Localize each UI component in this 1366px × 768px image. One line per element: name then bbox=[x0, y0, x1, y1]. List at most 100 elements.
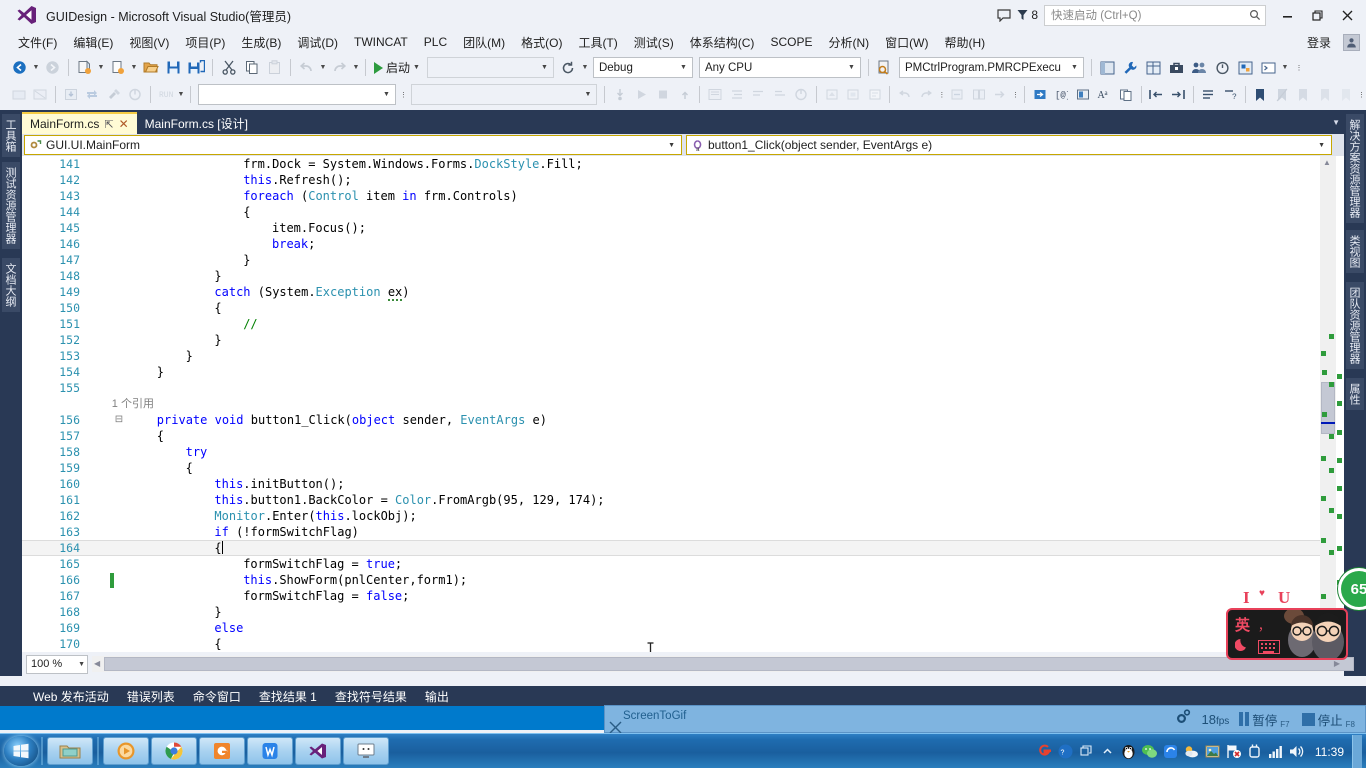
config-mode-icon[interactable]: RUN bbox=[156, 84, 176, 105]
extension-manager-icon[interactable] bbox=[1235, 57, 1256, 78]
find-references-icon[interactable]: [@] bbox=[1052, 84, 1072, 105]
quick-launch-input[interactable]: 快速启动 (Ctrl+Q) bbox=[1044, 4, 1266, 26]
menu-window[interactable]: 窗口(W) bbox=[877, 32, 936, 53]
bookmark-icon[interactable] bbox=[1250, 84, 1270, 105]
sync-views-icon[interactable] bbox=[947, 84, 967, 105]
download-plc-icon[interactable] bbox=[61, 84, 81, 105]
code-line[interactable]: 149 catch (System.Exception ex) bbox=[22, 284, 1344, 301]
bookmark-list-icon[interactable] bbox=[1073, 84, 1093, 105]
undo-nav-icon[interactable] bbox=[895, 84, 915, 105]
code-line[interactable]: 148} bbox=[22, 268, 1344, 284]
menu-architecture[interactable]: 体系结构(C) bbox=[682, 32, 763, 53]
redo-dropdown-icon[interactable]: ▼ bbox=[351, 57, 361, 78]
undo-icon[interactable] bbox=[296, 57, 317, 78]
type-dropdown[interactable]: GUI.UI.MainForm ▼ bbox=[24, 135, 682, 155]
save-icon[interactable] bbox=[163, 57, 184, 78]
volume-icon[interactable] bbox=[1286, 741, 1307, 762]
goto-line-icon[interactable] bbox=[990, 84, 1010, 105]
continue-icon[interactable] bbox=[632, 84, 652, 105]
symbol-search-options-icon[interactable]: ⋮ bbox=[399, 84, 408, 105]
find-in-files-icon[interactable] bbox=[874, 57, 895, 78]
code-line[interactable]: 155 bbox=[22, 380, 1344, 396]
code-line[interactable]: 143 foreach (Control item in frm.Controls… bbox=[22, 188, 1344, 204]
taskbar-word-icon[interactable] bbox=[247, 737, 293, 765]
comment-block-icon[interactable] bbox=[748, 84, 768, 105]
code-line[interactable]: 152} bbox=[22, 332, 1344, 348]
stop-button[interactable]: 停止 F8 bbox=[1296, 710, 1365, 729]
code-line[interactable]: 159 { bbox=[22, 460, 1344, 476]
minimize-button[interactable] bbox=[1272, 1, 1302, 29]
watch-combo[interactable]: ▼ bbox=[411, 84, 598, 105]
sidebar-item-toolbox[interactable]: 工具箱 bbox=[2, 114, 20, 157]
code-line[interactable]: 170 { bbox=[22, 636, 1344, 652]
gear-icon[interactable] bbox=[1168, 709, 1197, 729]
window-layout-icon[interactable] bbox=[1097, 57, 1118, 78]
qq-penguin-icon[interactable] bbox=[1118, 741, 1139, 762]
panel-tab-web-publish[interactable]: Web 发布活动 bbox=[24, 688, 118, 705]
taskbar-monitor-app-icon[interactable] bbox=[343, 737, 389, 765]
tab-overflow-button[interactable]: ▼ bbox=[1332, 112, 1340, 132]
panel-tab-find-symbol-results[interactable]: 查找符号结果 bbox=[326, 688, 416, 705]
code-line[interactable]: 166 this.ShowForm(pnlCenter,form1); bbox=[22, 572, 1344, 588]
new-project-icon[interactable] bbox=[74, 57, 95, 78]
show-desktop-button[interactable] bbox=[1352, 735, 1362, 768]
config-mode-dropdown-icon[interactable]: ▼ bbox=[176, 84, 185, 105]
network-error-icon[interactable] bbox=[1223, 741, 1244, 762]
fold-toggle-icon[interactable]: ⊟ bbox=[114, 412, 124, 428]
pause-button[interactable]: 暂停 F7 bbox=[1233, 710, 1295, 729]
code-line[interactable]: 163 if (!formSwitchFlag) bbox=[22, 524, 1344, 540]
menu-tools[interactable]: 工具(T) bbox=[570, 32, 625, 53]
menu-edit[interactable]: 编辑(E) bbox=[65, 32, 121, 53]
wechat-icon[interactable] bbox=[1139, 741, 1160, 762]
increase-indent-icon[interactable] bbox=[1168, 84, 1188, 105]
code-line[interactable]: 145 item.Focus(); bbox=[22, 220, 1344, 236]
comment-selection-icon[interactable] bbox=[1199, 84, 1219, 105]
copy-icon[interactable] bbox=[241, 57, 262, 78]
taskbar-explorer-icon[interactable] bbox=[47, 737, 93, 765]
sync-icon[interactable] bbox=[1212, 57, 1233, 78]
indent-guides-icon[interactable] bbox=[727, 84, 747, 105]
code-line[interactable]: 161 this.button1.BackColor = Color.FromAr… bbox=[22, 492, 1344, 508]
undo-dropdown-icon[interactable]: ▼ bbox=[318, 57, 328, 78]
menu-format[interactable]: 格式(O) bbox=[513, 32, 570, 53]
clipboard-ring-icon[interactable] bbox=[1116, 84, 1136, 105]
clear-bookmarks-icon[interactable] bbox=[1315, 84, 1335, 105]
feedback-icon[interactable] bbox=[991, 2, 1017, 28]
picture-app-icon[interactable] bbox=[1202, 741, 1223, 762]
terminal-icon[interactable] bbox=[1258, 57, 1279, 78]
ime-punctuation-label[interactable]: ， bbox=[1258, 617, 1270, 634]
code-line[interactable]: 167 formSwitchFlag = false; bbox=[22, 588, 1344, 604]
menu-help[interactable]: 帮助(H) bbox=[936, 32, 993, 53]
tab-mainform-cs[interactable]: MainForm.cs ⇱ ✕ bbox=[22, 112, 137, 134]
symbol-search-combo[interactable]: ▼ bbox=[197, 84, 396, 105]
code-line[interactable]: 157 { bbox=[22, 428, 1344, 444]
uncomment-selection-icon[interactable]: ? bbox=[1220, 84, 1240, 105]
ime-language-bar[interactable]: 英 ， bbox=[1226, 608, 1348, 660]
keyboard-icon[interactable] bbox=[1258, 640, 1280, 654]
goto-options-icon[interactable]: ⋮ bbox=[1011, 84, 1020, 105]
taskbar-media-player-icon[interactable] bbox=[103, 737, 149, 765]
code-line[interactable]: 156 ⊟ private void button1_Click(object se… bbox=[22, 412, 1344, 428]
code-line[interactable]: 146 break; bbox=[22, 236, 1344, 252]
step-out-icon[interactable] bbox=[675, 84, 695, 105]
pin-icon[interactable]: ⇱ bbox=[104, 118, 113, 131]
toolbar-options-icon[interactable]: ⋮ bbox=[1294, 57, 1304, 78]
restore-tray-icon[interactable] bbox=[1076, 741, 1097, 762]
step-into-icon[interactable] bbox=[610, 84, 630, 105]
code-line[interactable]: 147} bbox=[22, 252, 1344, 268]
scrollbar-thumb[interactable] bbox=[1321, 382, 1335, 434]
toggle-case-icon[interactable]: Aa bbox=[1095, 84, 1115, 105]
code-lens-hint[interactable]: 1 个引用 bbox=[22, 396, 1344, 412]
properties-window-icon[interactable] bbox=[1143, 57, 1164, 78]
fps-display[interactable]: 18 fps bbox=[1197, 712, 1233, 727]
menu-file[interactable]: 文件(F) bbox=[10, 32, 65, 53]
bookmark-folder-icon[interactable] bbox=[1336, 84, 1356, 105]
solution-config-combo[interactable]: Debug ▼ bbox=[592, 57, 693, 78]
code-line[interactable]: 144 { bbox=[22, 204, 1344, 220]
refresh-icon[interactable] bbox=[558, 57, 579, 78]
restore-button[interactable] bbox=[1302, 1, 1332, 29]
scroll-right-arrow-icon[interactable]: ▶ bbox=[1334, 659, 1340, 668]
uncomment-block-icon[interactable] bbox=[770, 84, 790, 105]
editor-zoom-combo[interactable]: 100 % ▼ bbox=[26, 654, 88, 674]
plc-target-combo[interactable]: PMCtrlProgram.PMRCPExecu ▼ bbox=[898, 57, 1084, 78]
